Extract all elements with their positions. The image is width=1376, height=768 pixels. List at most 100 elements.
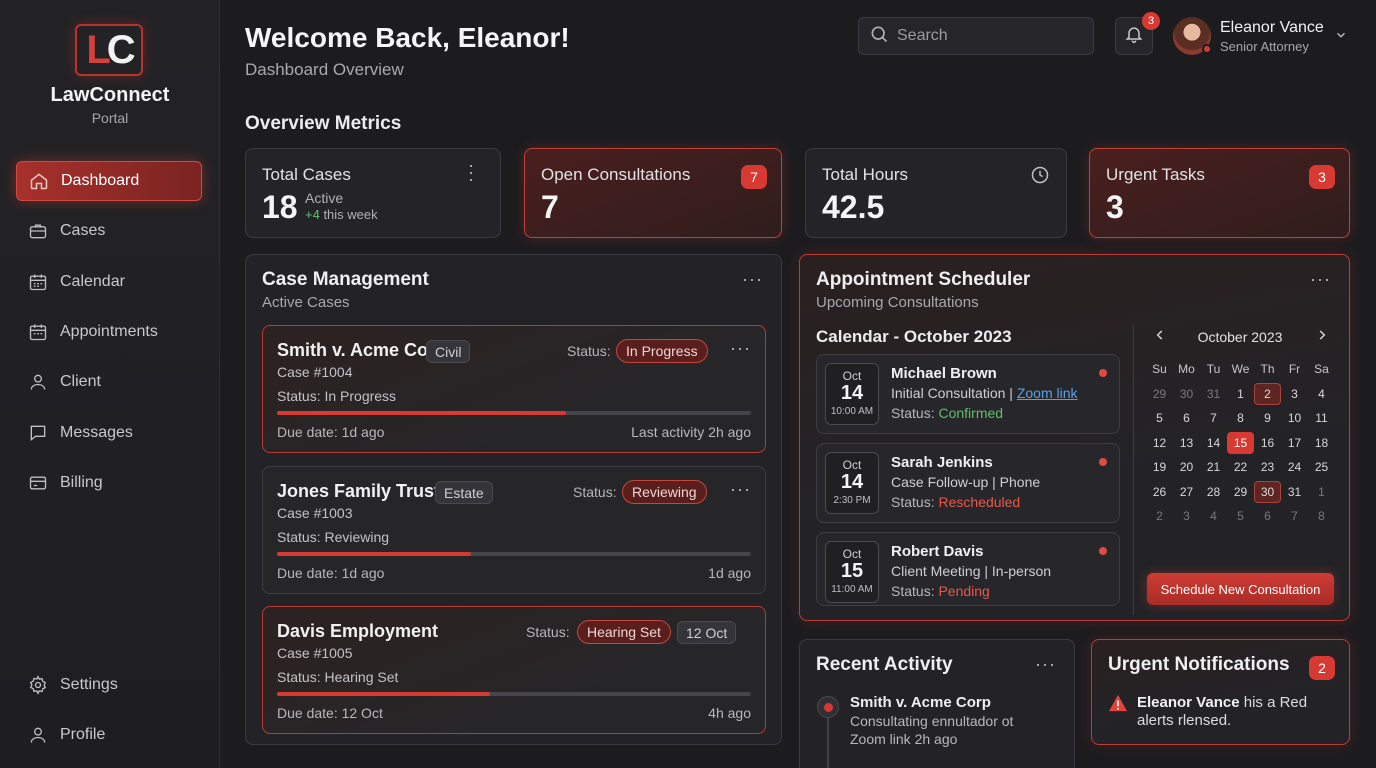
- activity-title[interactable]: Smith v. Acme Corp: [850, 694, 991, 711]
- briefcase-icon: [28, 221, 48, 241]
- metric-total-hours[interactable]: Total Hours 42.5: [805, 148, 1067, 238]
- status-badge: Reviewing: [622, 480, 707, 504]
- card-icon: [28, 473, 48, 493]
- case-card[interactable]: Davis Employment Status: Hearing Set 12 …: [262, 606, 766, 734]
- calendar-day[interactable]: 31: [1281, 481, 1308, 503]
- calendar-day[interactable]: 2: [1146, 505, 1173, 527]
- more-horizontal-icon[interactable]: ···: [730, 479, 751, 500]
- calendar-day[interactable]: 5: [1227, 505, 1254, 527]
- user-icon: [28, 725, 48, 745]
- calendar-day[interactable]: 1: [1227, 383, 1254, 405]
- calendar-day[interactable]: 27: [1173, 481, 1200, 503]
- calendar-day[interactable]: 14: [1200, 432, 1227, 454]
- notifications-button[interactable]: 3: [1115, 12, 1160, 55]
- calendar-day[interactable]: 30: [1173, 383, 1200, 405]
- sidebar-item-profile[interactable]: Profile: [16, 715, 202, 755]
- calendar-day[interactable]: 5: [1146, 407, 1173, 429]
- calendar-day[interactable]: 29: [1146, 383, 1173, 405]
- calendar-day[interactable]: 26: [1146, 481, 1173, 503]
- calendar-day[interactable]: 11: [1308, 407, 1335, 429]
- sidebar-item-messages[interactable]: Messages: [16, 413, 202, 453]
- search-box[interactable]: [858, 17, 1094, 55]
- calendar-day[interactable]: 20: [1173, 456, 1200, 478]
- case-card[interactable]: Jones Family Trust Estate Status: Review…: [262, 466, 766, 594]
- calendar-day[interactable]: 4: [1308, 383, 1335, 405]
- more-horizontal-icon[interactable]: ···: [1310, 269, 1331, 290]
- status-text: Rescheduled: [938, 494, 1021, 510]
- sidebar-item-appointments[interactable]: Appointments: [16, 312, 202, 352]
- user-name[interactable]: Eleanor Vance: [1220, 19, 1324, 37]
- calendar-day[interactable]: 16: [1254, 432, 1281, 454]
- calendar-day[interactable]: 28: [1200, 481, 1227, 503]
- calendar-day-selected[interactable]: 15: [1227, 431, 1254, 454]
- calendar-day[interactable]: 8: [1227, 407, 1254, 429]
- warning-icon: [1108, 694, 1128, 717]
- calendar-day[interactable]: 22: [1227, 456, 1254, 478]
- status-badge: Hearing Set: [577, 620, 671, 644]
- appointment-item[interactable]: Oct 14 2:30 PM Sarah Jenkins Case Follow…: [816, 443, 1120, 523]
- case-type-tag: Estate: [435, 481, 493, 504]
- calendar-day[interactable]: 3: [1281, 383, 1308, 405]
- sidebar-item-cases[interactable]: Cases: [16, 211, 202, 251]
- calendar-day[interactable]: 3: [1173, 505, 1200, 527]
- sidebar-item-calendar[interactable]: Calendar: [16, 262, 202, 302]
- calendar-day[interactable]: 6: [1254, 505, 1281, 527]
- home-icon: [29, 171, 49, 191]
- overview-metrics-title: Overview Metrics: [245, 113, 402, 134]
- case-management-panel: Case Management Active Cases ··· Smith v…: [245, 254, 782, 745]
- more-horizontal-icon[interactable]: ···: [1035, 654, 1056, 675]
- calendar-day[interactable]: 4: [1200, 505, 1227, 527]
- date-box: Oct 15 11:00 AM: [825, 541, 879, 603]
- sidebar-item-dashboard[interactable]: Dashboard: [16, 161, 202, 201]
- search-input[interactable]: [897, 27, 1077, 45]
- calendar-day[interactable]: 10: [1281, 407, 1308, 429]
- metric-open-consultations[interactable]: Open Consultations 7 7: [524, 148, 782, 238]
- calendar-day[interactable]: 23: [1254, 456, 1281, 478]
- calendar-day[interactable]: 7: [1281, 505, 1308, 527]
- metric-total-cases[interactable]: Total Cases 18 Active +4 this week ···: [245, 148, 501, 238]
- calendar-day-marked[interactable]: 30: [1254, 480, 1281, 503]
- progress-bar: [277, 411, 751, 415]
- calendar-check-icon: [28, 322, 48, 342]
- calendar-day[interactable]: 7: [1200, 407, 1227, 429]
- schedule-new-consultation-button[interactable]: Schedule New Consultation: [1147, 573, 1334, 605]
- chevron-down-icon[interactable]: [1334, 28, 1348, 47]
- calendar-day[interactable]: 6: [1173, 407, 1200, 429]
- notification-text[interactable]: Eleanor Vance his a Red alerts rlensed.: [1137, 694, 1337, 730]
- calendar-day[interactable]: 17: [1281, 432, 1308, 454]
- bell-icon: [1124, 24, 1144, 49]
- calendar-day[interactable]: 13: [1173, 432, 1200, 454]
- calendar-day[interactable]: 9: [1254, 407, 1281, 429]
- calendar-day[interactable]: 21: [1200, 456, 1227, 478]
- brand-subtitle: Portal: [91, 110, 129, 126]
- appointment-scheduler-panel: Appointment Scheduler Upcoming Consultat…: [799, 254, 1350, 621]
- status-badge: In Progress: [616, 339, 708, 363]
- logo[interactable]: LC: [75, 24, 143, 76]
- calendar-day-marked[interactable]: 2: [1254, 382, 1281, 405]
- calendar-day[interactable]: 1: [1308, 481, 1335, 503]
- calendar-day[interactable]: 31: [1200, 383, 1227, 405]
- sidebar-item-client[interactable]: Client: [16, 362, 202, 402]
- case-card[interactable]: Smith v. Acme Corp Civil Status: In Prog…: [262, 325, 766, 453]
- appointment-item[interactable]: Oct 15 11:00 AM Robert Davis Client Meet…: [816, 532, 1120, 606]
- calendar-day[interactable]: 12: [1146, 432, 1173, 454]
- zoom-link[interactable]: Zoom link: [1017, 385, 1078, 401]
- calendar-day[interactable]: 24: [1281, 456, 1308, 478]
- more-horizontal-icon[interactable]: ···: [742, 269, 763, 290]
- sidebar-item-settings[interactable]: Settings: [16, 665, 202, 705]
- calendar-day[interactable]: 29: [1227, 481, 1254, 503]
- more-horizontal-icon[interactable]: ···: [730, 338, 751, 359]
- sidebar-item-billing[interactable]: Billing: [16, 463, 202, 503]
- metric-urgent-tasks[interactable]: Urgent Tasks 3 3: [1089, 148, 1350, 238]
- calendar-day[interactable]: 19: [1146, 456, 1173, 478]
- calendar-day[interactable]: 25: [1308, 456, 1335, 478]
- page-subtitle: Dashboard Overview: [245, 60, 404, 79]
- chevron-right-icon[interactable]: [1315, 328, 1329, 347]
- calendar-day[interactable]: 8: [1308, 505, 1335, 527]
- calendar-day[interactable]: 18: [1308, 432, 1335, 454]
- status-dot: [1202, 44, 1212, 54]
- more-vertical-icon[interactable]: ···: [461, 163, 482, 184]
- avatar[interactable]: [1173, 17, 1212, 55]
- clock-icon: [1030, 165, 1050, 190]
- appointment-item[interactable]: Oct 14 10:00 AM Michael Brown Initial Co…: [816, 354, 1120, 434]
